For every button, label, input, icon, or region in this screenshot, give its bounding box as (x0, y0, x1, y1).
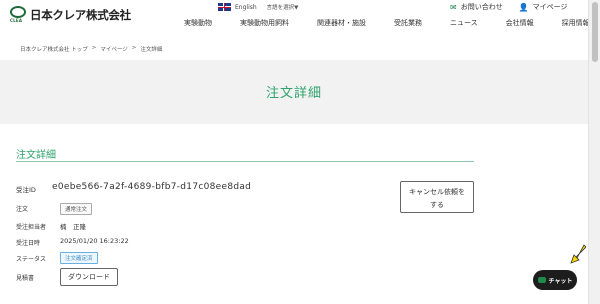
order-id-label: 受注ID (16, 186, 36, 194)
main-nav: 実験動物 実験動物用飼料 関連器材・施設 受託業務 ニュース 会社情報 採用情報 (184, 18, 600, 28)
status-label: ステータス (16, 256, 47, 263)
company-logo[interactable]: CLEA 日本クレア株式会社 (10, 6, 131, 24)
nav-item-recruit[interactable]: 採用情報 (562, 18, 590, 28)
download-button[interactable]: ダウンロード (60, 268, 118, 286)
scrollbar-thumb[interactable] (592, 2, 598, 62)
language-select[interactable]: 言語を選択▼ (267, 3, 299, 11)
nav-item-news[interactable]: ニュース (450, 18, 478, 28)
status-badge: 注文確定済 (60, 252, 98, 264)
user-icon: 👤 (518, 2, 529, 12)
logo-text: 日本クレア株式会社 (30, 8, 131, 22)
mypage-link[interactable]: 👤 マイページ (519, 2, 568, 12)
top-links: ✉ お問い合わせ 👤 マイページ (450, 2, 584, 12)
breadcrumb-mypage[interactable]: マイページ (100, 45, 127, 53)
language-selector[interactable]: English 言語を選択▼ (218, 3, 298, 11)
cancel-request-button[interactable]: キャンセル依頼を する (400, 181, 474, 213)
order-date-label: 受注日時 (16, 240, 41, 247)
section-divider (16, 161, 474, 162)
estimate-label: 見積書 (16, 275, 35, 282)
order-type-label: 注文 (16, 206, 29, 213)
uk-flag-icon (218, 3, 231, 11)
page-title: 注文詳細 (265, 86, 322, 101)
arrow-pointer-icon (570, 244, 586, 264)
page-scrollbar[interactable] (588, 0, 600, 304)
nav-item-feed[interactable]: 実験動物用飼料 (240, 18, 289, 28)
title-band: 注文詳細 (0, 60, 588, 124)
breadcrumb-sep: > (91, 45, 97, 51)
chat-button[interactable]: チャット (533, 270, 577, 290)
order-id-value: e0ebe566-7a2f-4689-bfb7-d17c08ee8dad (52, 182, 252, 192)
contact-link[interactable]: ✉ お問い合わせ (450, 2, 503, 12)
nav-item-company[interactable]: 会社情報 (506, 18, 534, 28)
english-link[interactable]: English (235, 4, 257, 11)
person-label: 受注担当者 (16, 224, 47, 231)
person-value: 楠 正隆 (60, 223, 86, 231)
nav-item-animals[interactable]: 実験動物 (184, 18, 212, 28)
section-title: 注文詳細 (16, 150, 56, 161)
breadcrumb-top[interactable]: 日本クレア株式会社 トップ (20, 45, 88, 53)
breadcrumb-sep: > (131, 45, 137, 51)
chat-bubble-icon (537, 277, 546, 283)
nav-item-equipment[interactable]: 関連器材・施設 (317, 18, 366, 28)
order-date-value: 2025/01/20 16:23:22 (60, 237, 129, 245)
site-header: CLEA 日本クレア株式会社 English 言語を選択▼ ✉ お問い合わせ 👤… (0, 0, 590, 40)
logo-mark-icon: CLEA (10, 6, 26, 24)
order-type-badge: 通常注文 (60, 203, 93, 215)
nav-item-contract[interactable]: 受託業務 (394, 18, 422, 28)
breadcrumb: 日本クレア株式会社 トップ > マイページ > 注文詳細 (20, 45, 166, 53)
breadcrumb-current: 注文詳細 (140, 47, 163, 53)
mail-icon: ✉ (450, 2, 457, 12)
